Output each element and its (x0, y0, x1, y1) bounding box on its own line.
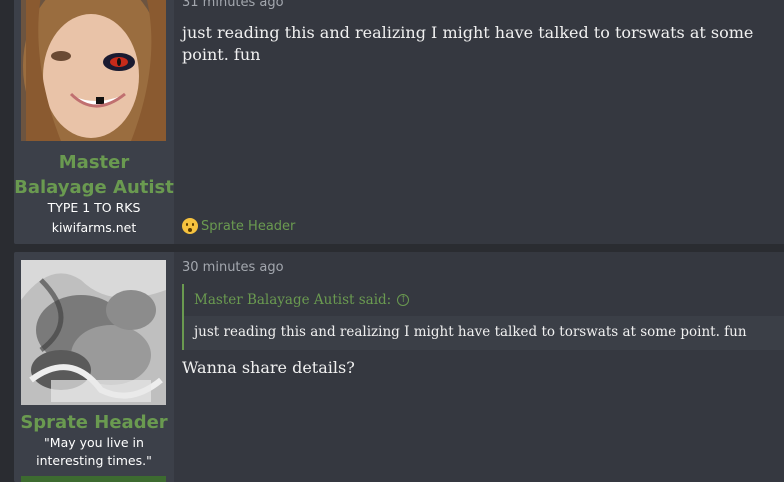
username[interactable]: Sprate Header (14, 410, 174, 435)
arrow-up-circle-icon[interactable]: ↑ (397, 294, 410, 306)
post-message: Wanna share details? (182, 358, 355, 377)
post: Master Balayage Autist TYPE 1 TO RKS kiw… (14, 0, 784, 244)
post-user-info: Master Balayage Autist TYPE 1 TO RKS kiw… (14, 0, 174, 244)
avatar[interactable] (21, 0, 166, 141)
reaction-user[interactable]: Sprate Header (201, 219, 295, 234)
avatar[interactable] (21, 260, 166, 405)
surprised-emoji-icon (182, 218, 198, 234)
post-body: 31 minutes ago just reading this and rea… (174, 0, 784, 244)
username[interactable]: Master Balayage Autist (14, 150, 174, 200)
username-line: Master (58, 152, 130, 173)
post-message: just reading this and realizing I might … (182, 23, 754, 64)
user-banner: kiwifarms.net (51, 220, 137, 235)
quote-block: Master Balayage Autist said: ↑ just read… (182, 284, 784, 350)
avatar-image (21, 260, 166, 405)
user-title: "May you live in interesting times." (14, 434, 174, 470)
post-user-info: Sprate Header "May you live in interesti… (14, 252, 174, 482)
user-title: TYPE 1 TO RKS (47, 200, 141, 215)
username-line: Balayage Autist (14, 177, 174, 198)
avatar-image (21, 0, 166, 141)
post: Sprate Header "May you live in interesti… (14, 252, 784, 482)
post-timestamp[interactable]: 30 minutes ago (182, 260, 284, 275)
quote-text: just reading this and realizing I might … (184, 316, 784, 348)
user-title-line: "May you live in (44, 435, 144, 450)
user-title-line: interesting times." (36, 453, 152, 468)
quote-author[interactable]: Master Balayage Autist said: (194, 292, 391, 308)
post-body: 30 minutes ago Master Balayage Autist sa… (174, 252, 784, 482)
reactions-bar[interactable]: Sprate Header (182, 218, 295, 234)
post-timestamp[interactable]: 31 minutes ago (182, 0, 284, 10)
quote-header[interactable]: Master Balayage Autist said: ↑ (184, 284, 784, 316)
